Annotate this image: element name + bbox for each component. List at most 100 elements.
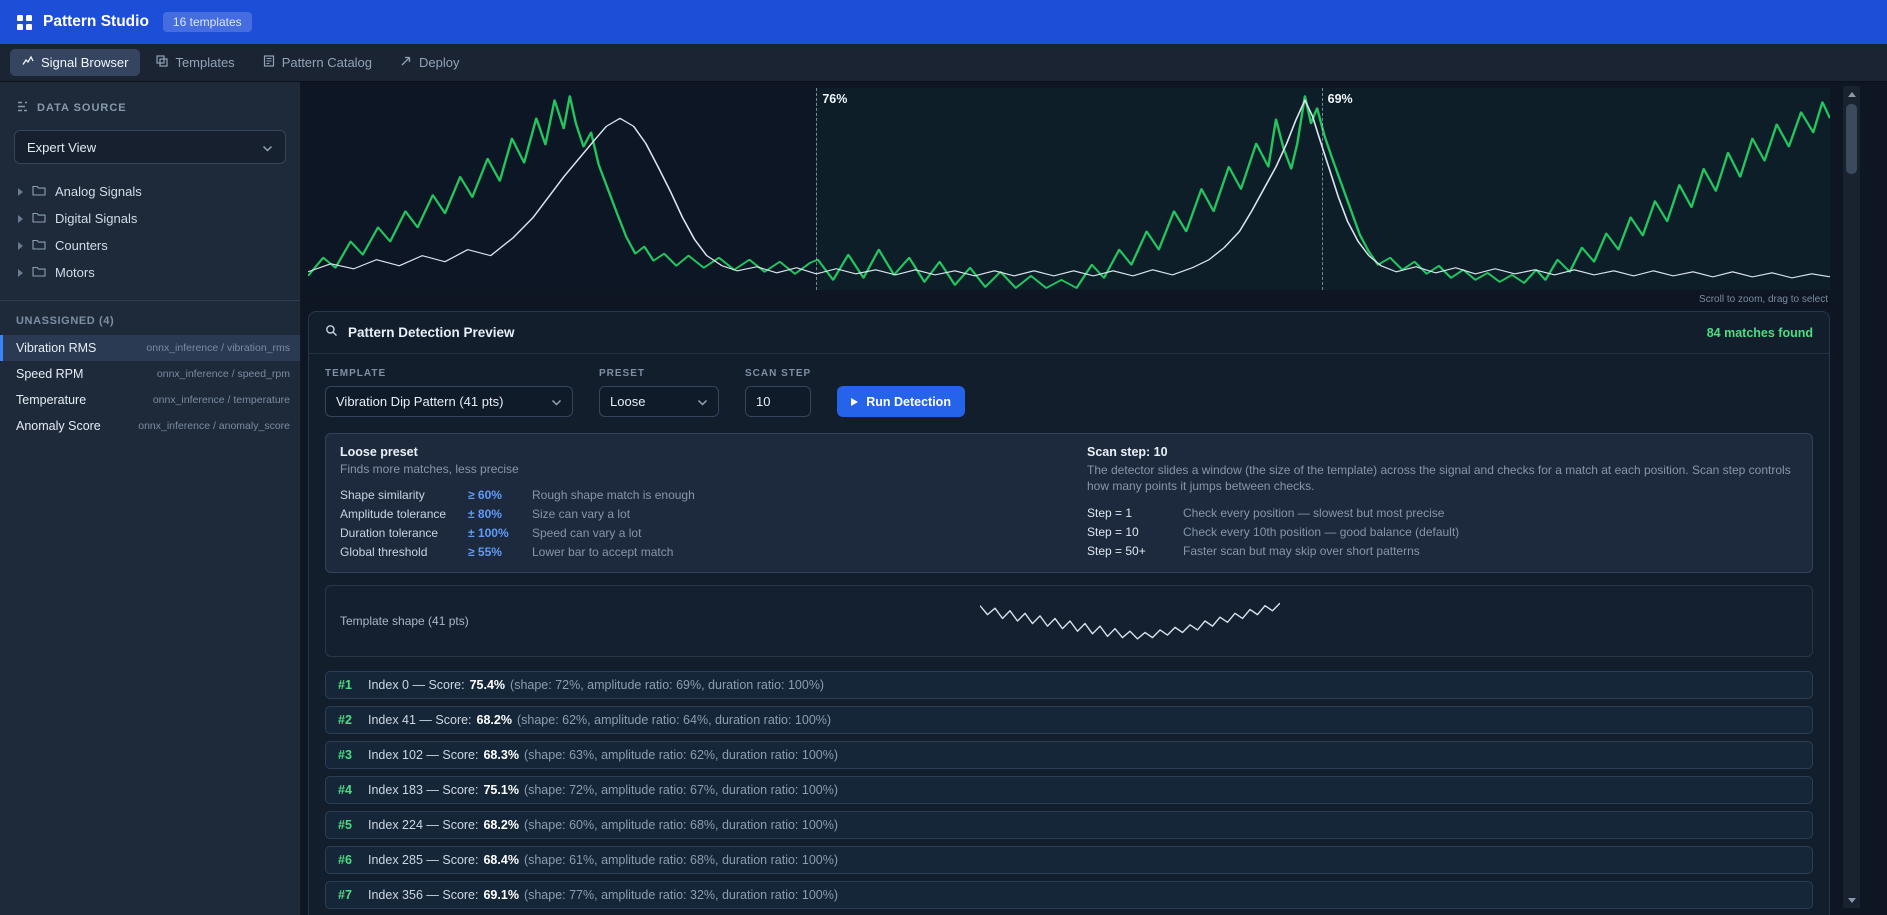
signal-item-temperature[interactable]: Temperature onnx_inference / temperature [0,387,300,413]
tree-item-analog-signals[interactable]: Analog Signals [0,178,300,205]
scan-info-desc: The detector slides a window (the size o… [1087,462,1798,494]
folder-icon [32,238,46,253]
match-prefix: Index 183 — Score: [368,783,478,797]
match-result-row[interactable]: #6 Index 285 — Score: 68.4% (shape: 61%,… [325,846,1813,874]
chevron-down-icon [697,394,708,409]
match-result-row[interactable]: #4 Index 183 — Score: 75.1% (shape: 72%,… [325,776,1813,804]
signal-item-speed-rpm[interactable]: Speed RPM onnx_inference / speed_rpm [0,361,300,387]
match-detail: (shape: 77%, amplitude ratio: 32%, durat… [524,888,838,902]
signal-name: Speed RPM [16,367,83,381]
template-field: TEMPLATE Vibration Dip Pattern (41 pts) [325,368,573,417]
step-desc: Check every 10th position — good balance… [1183,525,1798,539]
tab-signal-browser[interactable]: Signal Browser [10,49,140,76]
signal-tree: Analog Signals Digital Signals Counters … [0,178,300,286]
folder-icon [32,265,46,280]
scroll-down-arrow-icon[interactable] [1843,892,1860,908]
param-desc: Speed can vary a lot [532,526,1051,540]
template-label: TEMPLATE [325,368,573,379]
detection-panel: Pattern Detection Preview 84 matches fou… [308,311,1830,915]
match-detail: (shape: 72%, amplitude ratio: 67%, durat… [524,783,838,797]
match-result-row[interactable]: #5 Index 224 — Score: 68.2% (shape: 60%,… [325,811,1813,839]
template-select[interactable]: Vibration Dip Pattern (41 pts) [325,386,573,417]
vertical-scrollbar[interactable] [1843,86,1860,908]
signal-name: Anomaly Score [16,419,101,433]
step-label: Step = 50+ [1087,544,1183,558]
tree-item-label: Counters [55,238,108,253]
tab-pattern-catalog[interactable]: Pattern Catalog [251,49,384,76]
match-prefix: Index 102 — Score: [368,748,478,762]
param-desc: Rough shape match is enough [532,488,1051,502]
unassigned-section-title: UNASSIGNED (4) [0,301,300,335]
folder-icon [32,184,46,199]
param-value: ± 100% [468,526,532,540]
preset-info-box: Loose preset Finds more matches, less pr… [325,433,1813,573]
scrollbar-thumb[interactable] [1846,104,1857,174]
tree-item-label: Motors [55,265,95,280]
tree-item-digital-signals[interactable]: Digital Signals [0,205,300,232]
caret-right-icon [18,242,23,250]
tree-item-label: Digital Signals [55,211,137,226]
match-prefix: Index 41 — Score: [368,713,472,727]
preset-select-value: Loose [610,394,645,409]
tree-item-label: Analog Signals [55,184,142,199]
match-rank: #4 [338,783,368,797]
param-value: ≥ 60% [468,488,532,502]
signal-path: onnx_inference / temperature [153,394,290,406]
tab-label: Deploy [419,55,459,70]
param-label: Global threshold [340,545,468,559]
run-detection-button[interactable]: Run Detection [837,386,965,417]
data-source-icon [16,100,29,116]
template-shape-line [980,603,1280,639]
signal-item-vibration-rms[interactable]: Vibration RMS onnx_inference / vibration… [0,335,300,361]
folder-icon [32,211,46,226]
page-title: Pattern Studio [43,13,149,31]
match-result-row[interactable]: #7 Index 356 — Score: 69.1% (shape: 77%,… [325,881,1813,909]
tree-item-motors[interactable]: Motors [0,259,300,286]
tab-label: Signal Browser [41,55,128,70]
match-rank: #7 [338,888,368,902]
signal-item-anomaly-score[interactable]: Anomaly Score onnx_inference / anomaly_s… [0,413,300,439]
match-score: 68.4% [483,853,518,867]
white-series-line [308,100,1830,278]
app-root: Pattern Studio 16 templates Signal Brows… [0,0,1887,915]
match-results-list: #1 Index 0 — Score: 75.4% (shape: 72%, a… [309,671,1829,915]
preset-param-row: Global threshold ≥ 55% Lower bar to acce… [340,542,1051,561]
detection-panel-title: Pattern Detection Preview [348,325,515,340]
caret-right-icon [18,215,23,223]
match-result-row[interactable]: #2 Index 41 — Score: 68.2% (shape: 62%, … [325,706,1813,734]
scan-info-title: Scan step: 10 [1087,445,1798,459]
data-source-header: DATA SOURCE [0,82,300,130]
match-rank: #2 [338,713,368,727]
tree-item-counters[interactable]: Counters [0,232,300,259]
param-value: ± 80% [468,507,532,521]
sidebar: DATA SOURCE Expert View Analog Signals D… [0,82,301,915]
scan-step-row: Step = 1 Check every position — slowest … [1087,503,1798,522]
main-area: 76%69% Scroll to zoom, drag to select Pa… [301,82,1887,915]
preset-select[interactable]: Loose [599,386,719,417]
chevron-down-icon [551,394,562,409]
preset-param-row: Amplitude tolerance ± 80% Size can vary … [340,504,1051,523]
step-label: Step = 10 [1087,525,1183,539]
view-mode-value: Expert View [27,140,96,155]
match-detail: (shape: 63%, amplitude ratio: 62%, durat… [524,748,838,762]
signal-browser-icon [22,55,34,70]
match-score: 75.1% [483,783,518,797]
scan-step-field: SCAN STEP [745,368,811,417]
match-rank: #5 [338,818,368,832]
param-value: ≥ 55% [468,545,532,559]
tab-deploy[interactable]: Deploy [388,49,471,76]
scan-step-input[interactable] [745,386,811,417]
app-header: Pattern Studio 16 templates [0,0,1887,44]
signal-chart[interactable]: 76%69% [308,88,1830,290]
match-result-row[interactable]: #1 Index 0 — Score: 75.4% (shape: 72%, a… [325,671,1813,699]
scroll-up-arrow-icon[interactable] [1843,86,1860,102]
play-icon [851,398,858,406]
tab-templates[interactable]: Templates [144,49,246,76]
view-mode-select[interactable]: Expert View [14,130,286,164]
chevron-down-icon [262,140,273,155]
match-marker-label: 69% [1328,92,1353,106]
template-shape-box: Template shape (41 pts) [325,585,1813,657]
green-series-line [308,96,1830,288]
match-result-row[interactable]: #3 Index 102 — Score: 68.3% (shape: 63%,… [325,741,1813,769]
search-icon [325,324,338,342]
